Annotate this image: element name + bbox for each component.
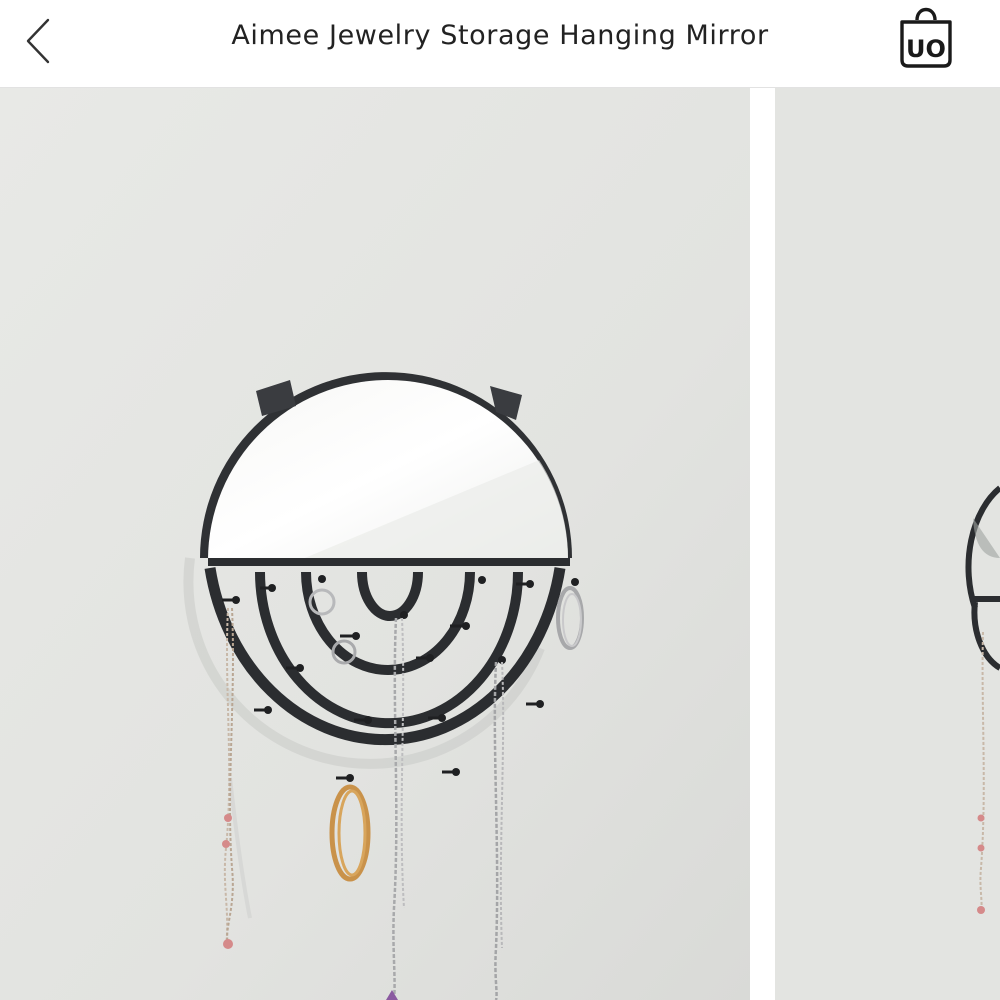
shopping-bag-button[interactable]: UO (892, 2, 962, 74)
product-image-2[interactable] (775, 88, 1000, 1000)
page-title: Aimee Jewelry Storage Hanging Mirror (231, 20, 769, 51)
top-bar: Aimee Jewelry Storage Hanging Mirror UO (0, 0, 1000, 88)
product-photo (0, 88, 750, 1000)
bag-logo-text: UO (906, 35, 946, 63)
image-carousel[interactable] (0, 88, 1000, 1000)
shopping-bag-icon: UO (900, 7, 952, 68)
product-photo-partial (775, 88, 1000, 1000)
product-image-1[interactable] (0, 88, 750, 1000)
